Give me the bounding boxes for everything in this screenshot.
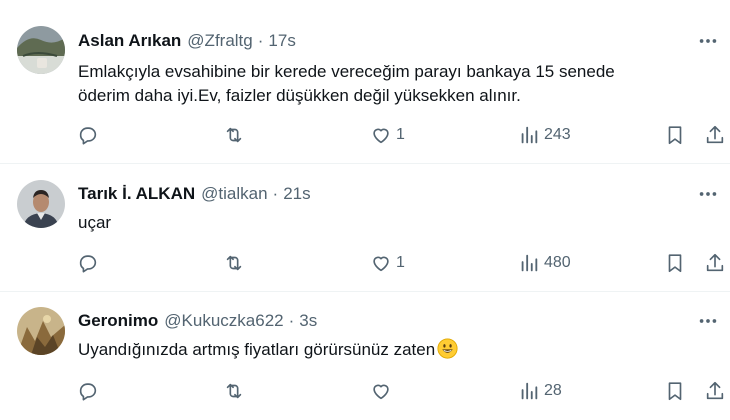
share-button[interactable] bbox=[704, 121, 726, 149]
tweet-text-line: öderim daha iyi.Ev, faizler düşükken değ… bbox=[78, 86, 521, 105]
views-count: 243 bbox=[544, 126, 571, 143]
views-button[interactable]: 480 bbox=[518, 249, 571, 277]
separator-dot: · bbox=[288, 311, 295, 330]
avatar[interactable] bbox=[17, 307, 65, 355]
tweet-header: Geronimo @Kukuczka622 · 3s bbox=[78, 309, 317, 333]
reply-button[interactable] bbox=[77, 249, 99, 277]
share-button[interactable] bbox=[704, 249, 726, 277]
tweet[interactable]: Aslan Arıkan @Zfraltg · 17s Emlakçıyla e… bbox=[0, 0, 730, 164]
views-button[interactable]: 28 bbox=[518, 377, 562, 405]
like-button[interactable]: 1 bbox=[370, 249, 405, 277]
more-icon[interactable] bbox=[696, 29, 720, 53]
reply-icon bbox=[79, 127, 97, 145]
reply-icon bbox=[79, 383, 97, 401]
more-icon[interactable] bbox=[696, 182, 720, 206]
retweet-button[interactable] bbox=[223, 121, 245, 149]
views-icon bbox=[521, 382, 538, 400]
retweet-button[interactable] bbox=[223, 377, 245, 405]
more-icon[interactable] bbox=[696, 309, 720, 333]
tweet[interactable]: Geronimo @Kukuczka622 · 3s Uyandığınızda… bbox=[0, 291, 730, 420]
timestamp[interactable]: 3s bbox=[299, 311, 317, 331]
bookmark-icon bbox=[668, 382, 682, 401]
display-name[interactable]: Geronimo bbox=[78, 311, 158, 331]
tweet-text-line: Emlakçıyla evsahibine bir kerede vereceğ… bbox=[78, 62, 615, 81]
retweet-icon bbox=[226, 127, 242, 143]
like-button[interactable]: 1 bbox=[370, 121, 405, 149]
retweet-icon bbox=[226, 255, 242, 271]
tweet[interactable]: Tarık İ. ALKAN @tialkan · 21s uçar 1 480 bbox=[0, 163, 730, 292]
tweet-text-line: uçar bbox=[78, 213, 112, 232]
views-count: 28 bbox=[544, 382, 562, 399]
tweet-actions: 1 480 bbox=[0, 249, 730, 277]
username[interactable]: @Kukuczka622 bbox=[164, 311, 283, 331]
tweet-text: Emlakçıyla evsahibine bir kerede vereceğ… bbox=[78, 60, 718, 108]
bookmark-button[interactable] bbox=[664, 121, 686, 149]
views-count: 480 bbox=[544, 254, 571, 271]
display-name[interactable]: Tarık İ. ALKAN bbox=[78, 184, 195, 204]
tweet-text-line: Uyandığınızda artmış fiyatları görürsünü… bbox=[78, 340, 436, 359]
tweet-header: Tarık İ. ALKAN @tialkan · 21s bbox=[78, 182, 311, 206]
heart-icon bbox=[373, 384, 389, 400]
views-icon bbox=[521, 126, 538, 144]
share-icon bbox=[706, 253, 724, 272]
like-button[interactable] bbox=[370, 377, 396, 405]
avatar[interactable] bbox=[17, 26, 65, 74]
avatar[interactable] bbox=[17, 180, 65, 228]
username[interactable]: @tialkan bbox=[201, 184, 267, 204]
heart-icon bbox=[373, 128, 389, 144]
tweet-actions: 28 bbox=[0, 377, 730, 405]
retweet-button[interactable] bbox=[223, 249, 245, 277]
tweet-text: Uyandığınızda artmış fiyatları görürsünü… bbox=[78, 338, 718, 362]
separator-dot: · bbox=[272, 184, 279, 203]
heart-icon bbox=[373, 256, 389, 272]
timestamp[interactable]: 17s bbox=[268, 31, 295, 51]
share-icon bbox=[706, 125, 724, 144]
reply-button[interactable] bbox=[77, 377, 99, 405]
views-button[interactable]: 243 bbox=[518, 121, 571, 149]
like-count: 1 bbox=[396, 254, 405, 271]
bookmark-icon bbox=[668, 126, 682, 145]
bookmark-button[interactable] bbox=[664, 377, 686, 405]
bookmark-button[interactable] bbox=[664, 249, 686, 277]
views-icon bbox=[521, 254, 538, 272]
timestamp[interactable]: 21s bbox=[283, 184, 310, 204]
display-name[interactable]: Aslan Arıkan bbox=[78, 31, 181, 51]
tweet-feed: Aslan Arıkan @Zfraltg · 17s Emlakçıyla e… bbox=[0, 0, 730, 420]
smile-emoji-icon bbox=[437, 338, 458, 359]
like-count: 1 bbox=[396, 126, 405, 143]
share-icon bbox=[706, 381, 724, 400]
bookmark-icon bbox=[668, 254, 682, 273]
reply-icon bbox=[79, 255, 97, 273]
retweet-icon bbox=[226, 383, 242, 399]
share-button[interactable] bbox=[704, 377, 726, 405]
reply-button[interactable] bbox=[77, 121, 99, 149]
tweet-header: Aslan Arıkan @Zfraltg · 17s bbox=[78, 29, 296, 53]
tweet-text: uçar bbox=[78, 211, 718, 235]
separator-dot: · bbox=[257, 31, 264, 50]
username[interactable]: @Zfraltg bbox=[187, 31, 252, 51]
tweet-actions: 1 243 bbox=[0, 121, 730, 149]
